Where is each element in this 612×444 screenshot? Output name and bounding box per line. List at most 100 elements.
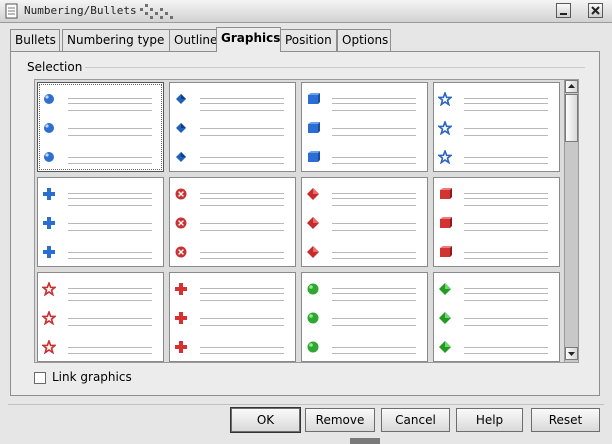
preview-line	[200, 252, 284, 253]
preview-line	[68, 135, 152, 136]
blue-diamond-arrow-icon	[176, 123, 186, 133]
graphics-panel: Selection Link graphics	[10, 51, 600, 396]
preview-line	[332, 353, 416, 354]
preview-line	[200, 353, 284, 354]
preview-line	[464, 318, 548, 319]
bullet-option-red-cube[interactable]	[433, 177, 560, 267]
link-graphics-checkbox[interactable]	[34, 372, 46, 384]
red-star-icon	[42, 340, 56, 354]
bullet-option-red-diamond[interactable]	[301, 177, 428, 267]
blue-cube-icon	[308, 93, 320, 104]
preview-line	[332, 128, 416, 129]
preview-line	[464, 325, 548, 326]
bullet-option-blue-diamond-arrow[interactable]	[169, 82, 296, 172]
red-diamond-icon	[307, 246, 319, 258]
preview-line	[200, 198, 284, 199]
scroll-down-button[interactable]	[565, 347, 578, 360]
reset-button[interactable]: Reset	[531, 408, 600, 432]
bullet-option-blue-arrow-cross[interactable]	[37, 177, 164, 267]
red-star-icon	[42, 311, 56, 325]
tab-graphics[interactable]: Graphics	[216, 27, 281, 52]
red-x-sphere-icon	[175, 217, 187, 229]
arrow-up-icon	[568, 84, 575, 88]
preview-line	[200, 318, 284, 319]
preview-line	[200, 300, 284, 301]
preview-line	[200, 110, 284, 111]
group-divider	[85, 67, 585, 68]
preview-line	[464, 230, 548, 231]
resize-grip[interactable]	[350, 438, 380, 444]
help-button[interactable]: Help	[456, 408, 523, 432]
preview-line	[200, 325, 284, 326]
tab-position[interactable]: Position	[280, 29, 337, 51]
bullet-option-blue-star[interactable]	[433, 82, 560, 172]
preview-line	[200, 293, 284, 294]
red-arrow-cross-icon	[175, 341, 187, 353]
preview-line	[464, 288, 548, 289]
preview-line	[200, 98, 284, 99]
preview-line	[332, 198, 416, 199]
bullet-option-blue-sphere[interactable]	[37, 82, 164, 172]
preview-line	[200, 163, 284, 164]
scroll-up-button[interactable]	[565, 80, 578, 93]
preview-line	[200, 223, 284, 224]
close-icon	[591, 6, 600, 15]
tab-numbering-type[interactable]: Numbering type	[62, 29, 171, 51]
red-cube-icon	[440, 188, 452, 199]
preview-line	[200, 135, 284, 136]
preview-line	[68, 128, 152, 129]
preview-line	[464, 110, 548, 111]
blue-arrow-cross-icon	[43, 188, 55, 200]
preview-line	[68, 193, 152, 194]
selection-group-label: Selection	[27, 60, 83, 74]
blue-cube-icon	[308, 122, 320, 133]
preview-line	[464, 347, 548, 348]
remove-button[interactable]: Remove	[305, 408, 375, 432]
preview-line	[464, 103, 548, 104]
blue-diamond-arrow-icon	[176, 152, 186, 162]
blue-star-icon	[438, 121, 452, 135]
preview-line	[68, 205, 152, 206]
bullet-option-red-star[interactable]	[37, 272, 164, 362]
title-bar[interactable]: Numbering/Bullets	[0, 0, 612, 23]
preview-line	[332, 223, 416, 224]
preview-line	[464, 98, 548, 99]
blue-sphere-icon	[44, 94, 54, 104]
preview-line	[68, 98, 152, 99]
bullet-option-green-diamond[interactable]	[433, 272, 560, 362]
preview-line	[68, 300, 152, 301]
scroll-thumb[interactable]	[565, 94, 578, 142]
minimize-button[interactable]	[556, 3, 571, 18]
bullet-option-red-arrow-cross[interactable]	[169, 272, 296, 362]
tab-outline[interactable]: Outline	[169, 29, 218, 51]
preview-line	[200, 347, 284, 348]
preview-line	[68, 103, 152, 104]
vertical-scrollbar[interactable]	[564, 80, 578, 362]
minimize-icon	[560, 13, 567, 15]
preview-line	[464, 163, 548, 164]
preview-line	[332, 205, 416, 206]
title-grip-icon	[140, 4, 173, 19]
preview-line	[200, 103, 284, 104]
preview-line	[68, 252, 152, 253]
red-arrow-cross-icon	[175, 312, 187, 324]
blue-star-icon	[438, 150, 452, 164]
preview-line	[464, 205, 548, 206]
preview-line	[200, 205, 284, 206]
preview-line	[200, 230, 284, 231]
tab-options[interactable]: Options	[337, 29, 391, 51]
bullet-option-red-x-sphere[interactable]	[169, 177, 296, 267]
close-button[interactable]	[588, 3, 603, 18]
preview-line	[464, 193, 548, 194]
cancel-button[interactable]: Cancel	[381, 408, 450, 432]
bullet-option-green-sphere[interactable]	[301, 272, 428, 362]
ok-button[interactable]: OK	[230, 407, 301, 433]
bullet-option-blue-cube[interactable]	[301, 82, 428, 172]
preview-line	[464, 198, 548, 199]
tab-bullets[interactable]: Bullets	[10, 29, 60, 51]
document-icon	[5, 3, 18, 19]
preview-line	[332, 110, 416, 111]
preview-line	[332, 300, 416, 301]
preview-line	[68, 258, 152, 259]
link-graphics-label[interactable]: Link graphics	[52, 370, 132, 384]
